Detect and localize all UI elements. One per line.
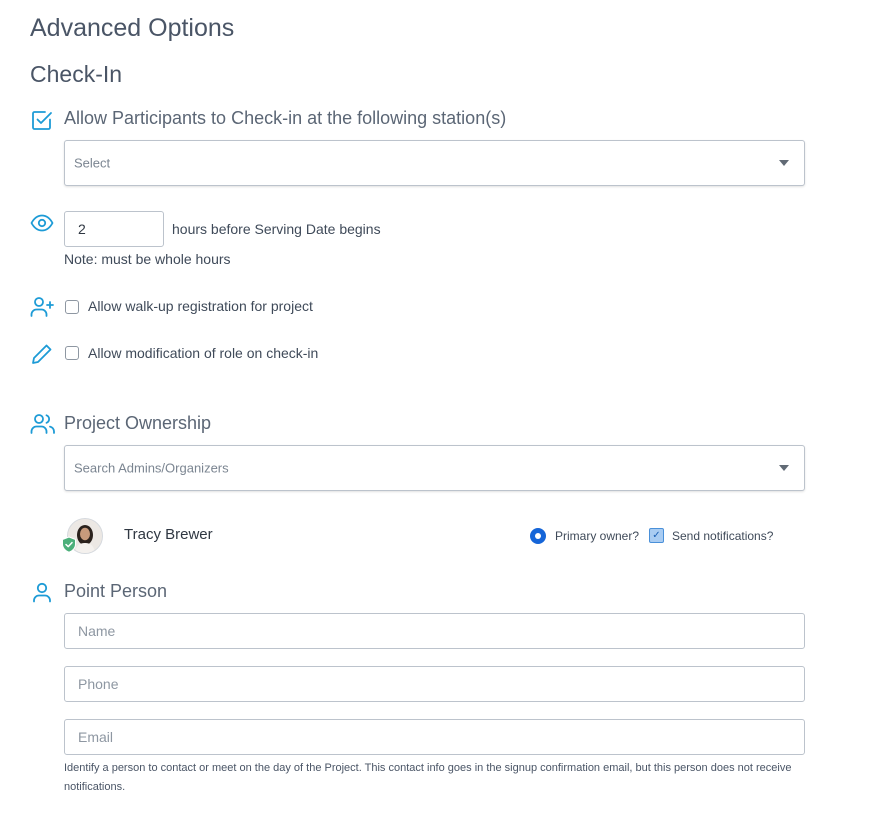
station-select-placeholder: Select (74, 155, 111, 171)
walkup-checkbox[interactable] (65, 300, 79, 314)
pencil-icon (31, 343, 53, 365)
hours-label: hours before Serving Date begins (172, 221, 381, 237)
send-notifications-label: Send notifications? (672, 529, 774, 543)
checkbox-checked-icon[interactable] (31, 109, 53, 131)
check-icon: ✓ (652, 529, 661, 541)
name-field[interactable] (64, 613, 805, 649)
send-notifications-checkbox[interactable]: ✓ (649, 528, 664, 543)
admin-search-placeholder: Search Admins/Organizers (74, 460, 229, 476)
chevron-down-icon (779, 465, 789, 471)
allow-stations-label: Allow Participants to Check-in at the fo… (64, 108, 507, 128)
users-icon (30, 412, 56, 436)
ownership-heading: Project Ownership (64, 413, 212, 433)
admin-search-select[interactable]: Search Admins/Organizers (64, 445, 805, 491)
shield-check-icon (61, 536, 77, 558)
point-person-help-text: Identify a person to contact or meet on … (64, 762, 792, 793)
primary-owner-label: Primary owner? (555, 529, 640, 543)
owner-name: Tracy Brewer (124, 526, 213, 543)
user-icon (31, 580, 53, 604)
station-select[interactable]: Select (64, 140, 805, 186)
hours-note: Note: must be whole hours (64, 251, 231, 267)
point-person-heading: Point Person (64, 581, 168, 601)
eye-icon (30, 212, 54, 234)
hours-input[interactable]: 2 (64, 211, 164, 247)
checkin-heading: Check-In (30, 61, 123, 87)
page-title: Advanced Options (30, 14, 235, 42)
phone-field[interactable] (64, 666, 805, 702)
modify-role-checkbox[interactable] (65, 346, 79, 360)
modify-role-label: Allow modification of role on check-in (88, 345, 319, 361)
user-plus-icon (30, 295, 56, 319)
primary-owner-radio[interactable] (530, 528, 546, 544)
walkup-label: Allow walk-up registration for project (88, 298, 313, 314)
chevron-down-icon (779, 160, 789, 166)
email-field[interactable] (64, 719, 805, 755)
